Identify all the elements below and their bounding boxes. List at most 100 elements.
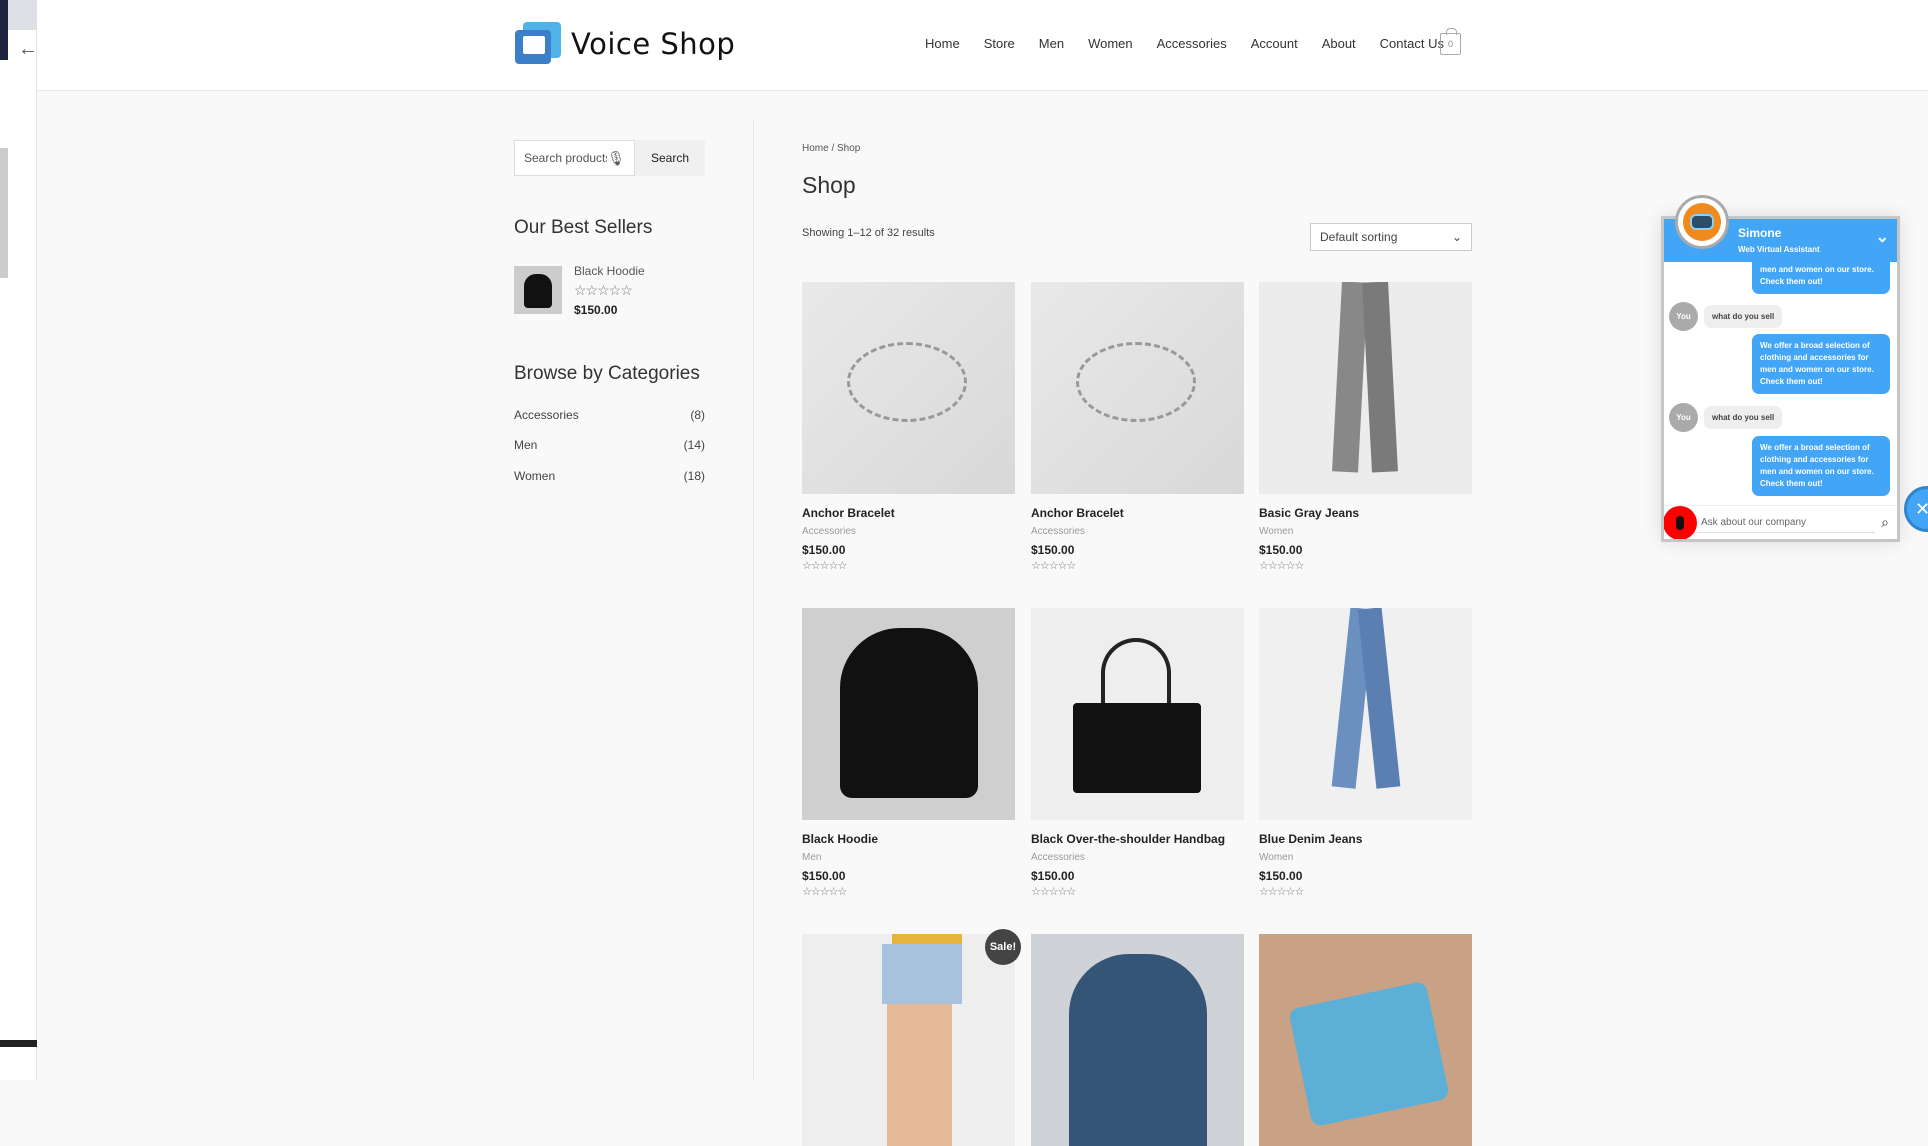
user-avatar: You [1669,403,1698,432]
nav-home[interactable]: Home [925,36,960,51]
assistant-name: Simone [1738,226,1782,240]
bot-message: men and women on our store. Check them o… [1752,252,1890,294]
product-price: $150.00 [1031,869,1075,883]
product-title[interactable]: Anchor Bracelet [1031,506,1244,520]
logo[interactable]: Voice Shop [515,22,735,66]
product-image-folded-shirt[interactable] [1259,934,1472,1146]
product-card[interactable] [802,934,1015,1146]
product-title[interactable]: Blue Denim Jeans [1259,832,1472,846]
product-price: $150.00 [1259,869,1303,883]
back-arrow-icon[interactable]: ← [18,38,38,61]
nav-account[interactable]: Account [1251,36,1298,51]
search-placeholder: Search products [524,151,608,165]
product-image-gray-jeans[interactable] [1259,282,1472,494]
nav-about[interactable]: About [1322,36,1356,51]
side-bar-edge [0,0,8,60]
user-avatar: You [1669,302,1698,331]
close-chat-button[interactable]: ✕ [1904,486,1928,532]
sale-badge: Sale! [985,929,1021,965]
product-title[interactable]: Black Over-the-shoulder Handbag [1031,832,1244,846]
nav-store[interactable]: Store [984,36,1015,51]
category-item[interactable]: Accessories (8) [514,408,705,422]
categories-heading: Browse by Categories [514,363,700,384]
page-title: Shop [802,172,856,198]
product-search: Search products 🎙 Search [514,140,705,176]
best-seller-name[interactable]: Black Hoodie [574,264,645,278]
category-name[interactable]: Men [514,438,537,452]
product-category[interactable]: Women [1259,526,1472,537]
product-card[interactable] [1031,934,1244,1146]
product-card[interactable] [1259,934,1472,1146]
chevron-down-icon: ⌄ [1451,230,1462,244]
sort-select[interactable]: Default sorting ⌄ [1310,223,1472,251]
chat-messages[interactable]: men and women on our store. Check them o… [1664,252,1897,496]
chat-widget: Simone Web Virtual Assistant ⌄ men and w… [1661,216,1900,542]
product-rating: ☆☆☆☆☆ [802,560,847,572]
category-count: (14) [683,438,705,452]
nav-women[interactable]: Women [1088,36,1133,51]
search-input[interactable]: Search products 🎙 [514,140,635,176]
best-seller-rating: ☆☆☆☆☆ [574,282,633,298]
category-count: (18) [683,469,705,483]
category-name[interactable]: Accessories [514,408,579,422]
microphone-icon[interactable]: 🎙 [607,150,625,167]
product-image-hoodie[interactable] [802,608,1015,820]
product-image-handbag[interactable] [1031,608,1244,820]
category-count: (8) [690,408,705,422]
brand-name: Voice Shop [571,27,736,61]
result-count: Showing 1–12 of 32 results [802,227,935,239]
search-button[interactable]: Search [635,140,705,176]
nav-contact[interactable]: Contact Us [1380,36,1444,51]
logo-chat-icon [515,22,563,66]
user-message-text: what do you sell [1704,406,1783,429]
product-price: $150.00 [802,543,846,557]
product-price: $150.00 [1031,543,1075,557]
product-image-denim-jeans[interactable] [1259,608,1472,820]
chevron-down-icon[interactable]: ⌄ [1876,227,1889,247]
product-category[interactable]: Women [1259,852,1472,863]
user-message: You what do you sell [1669,302,1783,331]
user-message: You what do you sell [1669,403,1783,432]
category-name[interactable]: Women [514,469,555,483]
product-category[interactable]: Accessories [802,526,1015,537]
product-category[interactable]: Men [802,852,1015,863]
chat-input[interactable]: Ask about our company [1697,513,1876,533]
product-image-denim-shorts[interactable] [802,934,1015,1146]
product-title[interactable]: Anchor Bracelet [802,506,1015,520]
best-seller-thumbnail[interactable] [514,266,562,314]
product-card[interactable]: Anchor Bracelet Accessories $150.00 ☆☆☆☆… [1031,282,1244,572]
product-rating: ☆☆☆☆☆ [1259,886,1304,898]
product-rating: ☆☆☆☆☆ [802,886,847,898]
best-sellers-heading: Our Best Sellers [514,217,653,238]
product-card[interactable]: Black Hoodie Men $150.00 ☆☆☆☆☆ [802,608,1015,898]
product-title[interactable]: Black Hoodie [802,832,1015,846]
category-item[interactable]: Women (18) [514,469,705,483]
main-nav: Home Store Men Women Accessories Account… [925,36,1444,51]
browser-side-panel: ← [0,0,38,1080]
cart-icon[interactable]: 0 [1440,28,1461,55]
side-bottom-bar [0,1040,37,1047]
product-price: $150.00 [1259,543,1303,557]
product-rating: ☆☆☆☆☆ [1259,560,1304,572]
product-card[interactable]: Anchor Bracelet Accessories $150.00 ☆☆☆☆… [802,282,1015,572]
microphone-icon[interactable] [1664,505,1697,539]
product-category[interactable]: Accessories [1031,852,1244,863]
product-card[interactable]: Basic Gray Jeans Women $150.00 ☆☆☆☆☆ [1259,282,1472,572]
product-card[interactable]: Black Over-the-shoulder Handbag Accessor… [1031,608,1244,898]
user-message-text: what do you sell [1704,305,1783,328]
product-category[interactable]: Accessories [1031,526,1244,537]
product-title[interactable]: Basic Gray Jeans [1259,506,1472,520]
assistant-avatar [1675,195,1729,249]
bot-message: We offer a broad selection of clothing a… [1752,334,1890,394]
search-icon[interactable]: ⌕ [1881,514,1889,531]
nav-accessories[interactable]: Accessories [1157,36,1227,51]
chat-input-bar: Ask about our company ⌕ [1664,505,1897,539]
category-item[interactable]: Men (14) [514,438,705,452]
breadcrumb[interactable]: Home / Shop [802,143,860,154]
product-image-bracelet[interactable] [802,282,1015,494]
product-image-blue-hoodie[interactable] [1031,934,1244,1146]
nav-men[interactable]: Men [1039,36,1064,51]
product-image-bracelet[interactable] [1031,282,1244,494]
scrollbar[interactable] [0,148,8,278]
product-card[interactable]: Blue Denim Jeans Women $150.00 ☆☆☆☆☆ [1259,608,1472,898]
